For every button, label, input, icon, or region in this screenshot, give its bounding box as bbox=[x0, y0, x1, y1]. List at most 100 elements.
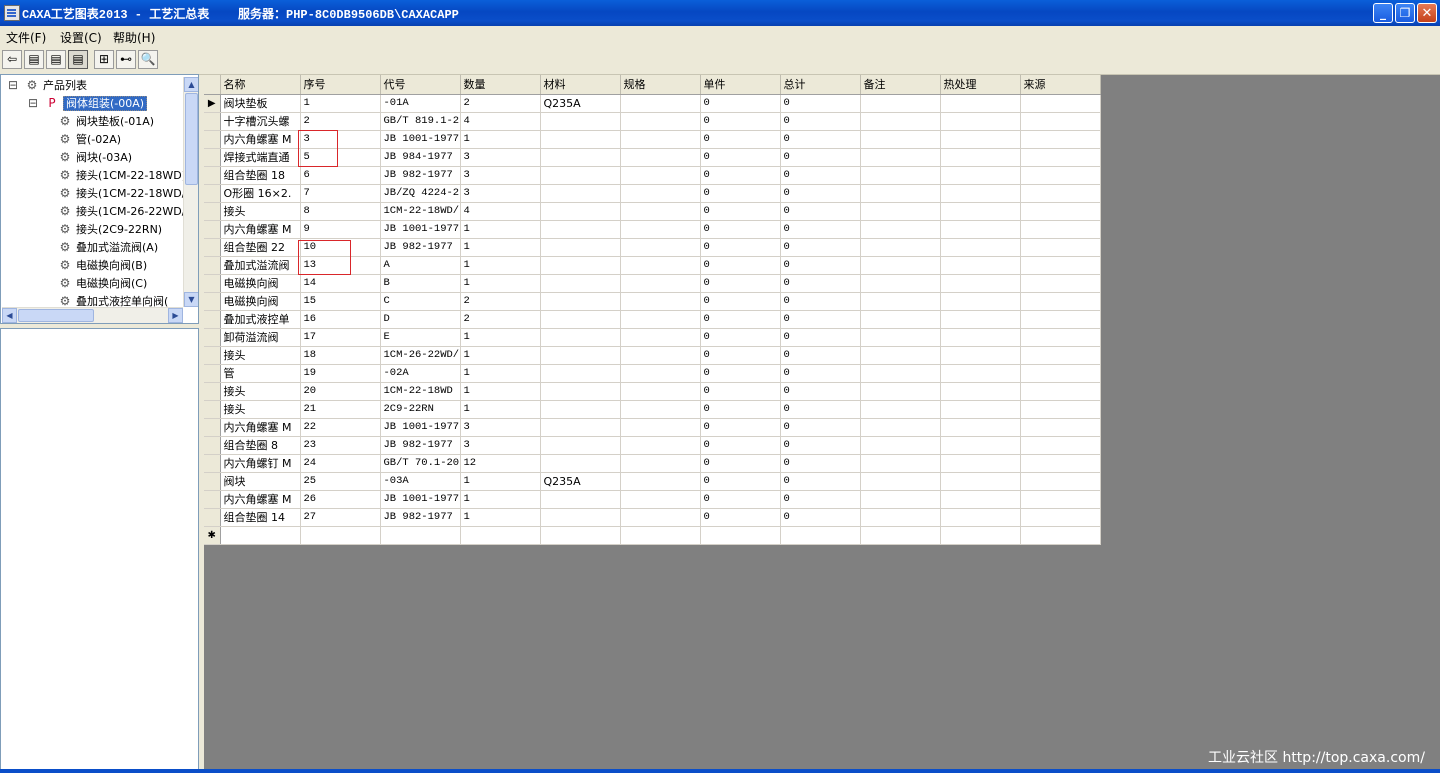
table-cell[interactable] bbox=[220, 526, 301, 545]
table-cell[interactable] bbox=[620, 202, 701, 221]
table-cell[interactable]: 十字槽沉头螺 bbox=[220, 112, 301, 131]
table-cell[interactable] bbox=[940, 310, 1021, 329]
new-row[interactable]: ✱ bbox=[204, 526, 1101, 545]
table-cell[interactable]: 3 bbox=[300, 130, 381, 149]
table-row[interactable]: 叠加式液控单 16 D 2 0 0 bbox=[204, 310, 1101, 329]
table-cell[interactable] bbox=[860, 382, 941, 401]
table-cell[interactable]: 0 bbox=[780, 454, 861, 473]
table-cell[interactable]: 0 bbox=[780, 310, 861, 329]
table-cell[interactable]: 组合垫圈 18 bbox=[220, 166, 301, 185]
column-header[interactable]: 名称 bbox=[220, 75, 301, 95]
table-cell[interactable] bbox=[1020, 112, 1101, 131]
row-indicator[interactable] bbox=[204, 490, 221, 509]
row-indicator[interactable] bbox=[204, 436, 221, 455]
table-cell[interactable]: 12 bbox=[460, 454, 541, 473]
table-cell[interactable] bbox=[1020, 436, 1101, 455]
table-cell[interactable]: 内六角螺塞 M bbox=[220, 418, 301, 437]
table-row[interactable]: 焊接式端直通 5 JB 984-1977 3 0 0 bbox=[204, 148, 1101, 167]
table-cell[interactable] bbox=[860, 274, 941, 293]
menu-settings[interactable]: 设置(C) bbox=[60, 29, 102, 46]
table-cell[interactable]: 0 bbox=[780, 400, 861, 419]
table-cell[interactable] bbox=[620, 148, 701, 167]
scroll-down-icon[interactable]: ▼ bbox=[184, 292, 198, 307]
table-cell[interactable]: 5 bbox=[300, 148, 381, 167]
tree-item[interactable]: ⚙ 管(-02A) bbox=[57, 131, 121, 147]
table-cell[interactable] bbox=[620, 112, 701, 131]
table-cell[interactable] bbox=[540, 490, 621, 509]
table-cell[interactable]: 卸荷溢流阀 bbox=[220, 328, 301, 347]
table-cell[interactable]: JB 982-1977 bbox=[380, 166, 461, 185]
table-cell[interactable]: 18 bbox=[300, 346, 381, 365]
table-cell[interactable]: 2C9-22RN bbox=[380, 400, 461, 419]
table-cell[interactable]: 1CM-22-18WD/ bbox=[380, 202, 461, 221]
table-cell[interactable] bbox=[1020, 526, 1101, 545]
table-cell[interactable] bbox=[540, 400, 621, 419]
table-cell[interactable] bbox=[1020, 130, 1101, 149]
table-cell[interactable]: 0 bbox=[780, 490, 861, 509]
table-row[interactable]: 内六角螺塞 M 22 JB 1001-1977 3 0 0 bbox=[204, 418, 1101, 437]
table-cell[interactable]: 19 bbox=[300, 364, 381, 383]
table-cell[interactable] bbox=[860, 130, 941, 149]
table-cell[interactable]: JB 982-1977 bbox=[380, 238, 461, 257]
table-cell[interactable] bbox=[620, 274, 701, 293]
table-cell[interactable] bbox=[860, 292, 941, 311]
tree-vertical-scrollbar[interactable]: ▲ ▼ bbox=[183, 77, 198, 307]
table-cell[interactable]: 0 bbox=[780, 274, 861, 293]
row-indicator[interactable] bbox=[204, 184, 221, 203]
row-indicator[interactable] bbox=[204, 256, 221, 275]
table-cell[interactable] bbox=[620, 436, 701, 455]
table-cell[interactable]: D bbox=[380, 310, 461, 329]
table-cell[interactable]: 0 bbox=[700, 436, 781, 455]
table-cell[interactable]: 0 bbox=[780, 436, 861, 455]
table-cell[interactable] bbox=[1020, 148, 1101, 167]
table-cell[interactable] bbox=[540, 112, 621, 131]
table-cell[interactable]: 3 bbox=[460, 418, 541, 437]
table-cell[interactable] bbox=[940, 508, 1021, 527]
row-indicator[interactable] bbox=[204, 382, 221, 401]
table-cell[interactable]: 1 bbox=[460, 400, 541, 419]
table-cell[interactable] bbox=[940, 94, 1021, 113]
table-cell[interactable]: GB/T 819.1-2 bbox=[380, 112, 461, 131]
table-cell[interactable] bbox=[940, 238, 1021, 257]
table-cell[interactable] bbox=[940, 382, 1021, 401]
table-cell[interactable] bbox=[540, 274, 621, 293]
table-cell[interactable] bbox=[620, 310, 701, 329]
table-cell[interactable] bbox=[620, 472, 701, 491]
row-indicator[interactable] bbox=[204, 346, 221, 365]
table-cell[interactable]: 电磁换向阀 bbox=[220, 274, 301, 293]
table-cell[interactable]: 22 bbox=[300, 418, 381, 437]
table-cell[interactable]: JB 1001-1977 bbox=[380, 418, 461, 437]
table-cell[interactable] bbox=[940, 256, 1021, 275]
tree-item[interactable]: ⚙ 叠加式溢流阀(A) bbox=[57, 239, 159, 255]
table-cell[interactable] bbox=[620, 346, 701, 365]
table-cell[interactable] bbox=[620, 94, 701, 113]
table-cell[interactable]: 1 bbox=[460, 130, 541, 149]
row-indicator[interactable] bbox=[204, 364, 221, 383]
table-cell[interactable] bbox=[1020, 202, 1101, 221]
table-cell[interactable] bbox=[540, 184, 621, 203]
table-cell[interactable]: 15 bbox=[300, 292, 381, 311]
table-cell[interactable]: 叠加式液控单 bbox=[220, 310, 301, 329]
table-cell[interactable] bbox=[940, 490, 1021, 509]
row-indicator[interactable] bbox=[204, 148, 221, 167]
tree-item[interactable]: ⚙ 接头(1CM-26-22WD/ bbox=[57, 203, 186, 219]
table-cell[interactable] bbox=[1020, 472, 1101, 491]
back-arrow-icon[interactable]: ⇦ bbox=[2, 50, 22, 69]
new-row-indicator[interactable]: ✱ bbox=[204, 526, 221, 545]
table-cell[interactable] bbox=[860, 526, 941, 545]
table-cell[interactable]: 21 bbox=[300, 400, 381, 419]
scroll-thumb[interactable] bbox=[185, 93, 198, 185]
table-cell[interactable] bbox=[620, 130, 701, 149]
table-cell[interactable]: JB 982-1977 bbox=[380, 436, 461, 455]
scroll-left-icon[interactable]: ◀ bbox=[2, 308, 17, 323]
table-cell[interactable] bbox=[860, 418, 941, 437]
table-cell[interactable] bbox=[620, 508, 701, 527]
table-cell[interactable] bbox=[860, 184, 941, 203]
table-row[interactable]: 电磁换向阀 14 B 1 0 0 bbox=[204, 274, 1101, 293]
table-cell[interactable]: 电磁换向阀 bbox=[220, 292, 301, 311]
table-cell[interactable] bbox=[940, 454, 1021, 473]
table-cell[interactable] bbox=[540, 256, 621, 275]
table-cell[interactable]: 3 bbox=[460, 148, 541, 167]
table-cell[interactable]: 0 bbox=[700, 148, 781, 167]
table-cell[interactable]: 1 bbox=[460, 256, 541, 275]
